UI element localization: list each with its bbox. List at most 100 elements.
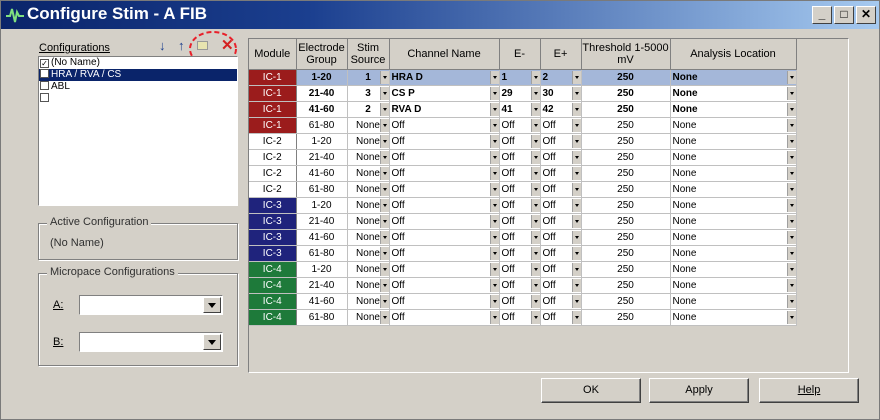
arrow-up-icon[interactable]: ↑ bbox=[178, 38, 185, 53]
stim-source-select[interactable]: 1 bbox=[347, 69, 390, 86]
e-minus-select[interactable]: Off bbox=[499, 293, 541, 310]
chevron-down-icon[interactable] bbox=[530, 118, 539, 132]
table-row[interactable]: IC-3 61-80 None Off Off Off 250 None bbox=[249, 245, 797, 262]
stim-source-select[interactable]: 2 bbox=[347, 101, 390, 118]
e-plus-select[interactable]: Off bbox=[540, 277, 582, 294]
table-row[interactable]: IC-1 1-20 1 HRA D 1 2 250 None bbox=[249, 69, 797, 86]
analysis-location-select[interactable]: None bbox=[670, 85, 797, 102]
chevron-down-icon[interactable] bbox=[489, 150, 498, 164]
threshold-cell[interactable]: 250 bbox=[581, 277, 671, 294]
e-minus-select[interactable]: 1 bbox=[499, 69, 541, 86]
threshold-cell[interactable]: 250 bbox=[581, 229, 671, 246]
chevron-down-icon[interactable] bbox=[786, 118, 795, 132]
analysis-location-select[interactable]: None bbox=[670, 165, 797, 182]
stim-source-select[interactable]: 3 bbox=[347, 85, 390, 102]
threshold-cell[interactable]: 250 bbox=[581, 181, 671, 198]
table-row[interactable]: IC-1 41-60 2 RVA D 41 42 250 None bbox=[249, 101, 797, 118]
table-row[interactable]: IC-3 41-60 None Off Off Off 250 None bbox=[249, 229, 797, 246]
analysis-location-select[interactable]: None bbox=[670, 309, 797, 326]
micropace-a-select[interactable] bbox=[79, 295, 223, 315]
channel-grid[interactable]: Module Electrode Group Stim Source Channel … bbox=[248, 38, 849, 373]
threshold-cell[interactable]: 250 bbox=[581, 85, 671, 102]
chevron-down-icon[interactable] bbox=[379, 262, 388, 276]
chevron-down-icon[interactable] bbox=[571, 310, 580, 324]
e-minus-select[interactable]: 29 bbox=[499, 85, 541, 102]
chevron-down-icon[interactable] bbox=[379, 294, 388, 308]
chevron-down-icon[interactable] bbox=[379, 70, 388, 84]
channel-name-select[interactable]: Off bbox=[389, 277, 500, 294]
stim-source-select[interactable]: None bbox=[347, 277, 390, 294]
table-row[interactable]: IC-1 21-40 3 CS P 29 30 250 None bbox=[249, 85, 797, 102]
threshold-cell[interactable]: 250 bbox=[581, 261, 671, 278]
threshold-cell[interactable]: 250 bbox=[581, 165, 671, 182]
analysis-location-select[interactable]: None bbox=[670, 261, 797, 278]
checkbox[interactable] bbox=[40, 93, 49, 102]
e-plus-select[interactable]: Off bbox=[540, 261, 582, 278]
stim-source-select[interactable]: None bbox=[347, 181, 390, 198]
analysis-location-select[interactable]: None bbox=[670, 213, 797, 230]
analysis-location-select[interactable]: None bbox=[670, 293, 797, 310]
channel-name-select[interactable]: Off bbox=[389, 165, 500, 182]
chevron-down-icon[interactable] bbox=[530, 230, 539, 244]
chevron-down-icon[interactable] bbox=[530, 150, 539, 164]
chevron-down-icon[interactable] bbox=[530, 182, 539, 196]
configurations-list[interactable]: ✓ (No Name) HRA / RVA / CS ABL bbox=[38, 56, 238, 206]
chevron-down-icon[interactable] bbox=[571, 230, 580, 244]
table-row[interactable]: IC-3 1-20 None Off Off Off 250 None bbox=[249, 197, 797, 214]
chevron-down-icon[interactable] bbox=[571, 182, 580, 196]
chevron-down-icon[interactable] bbox=[489, 166, 498, 180]
e-plus-select[interactable]: Off bbox=[540, 117, 582, 134]
threshold-cell[interactable]: 250 bbox=[581, 133, 671, 150]
chevron-down-icon[interactable] bbox=[786, 166, 795, 180]
e-minus-select[interactable]: Off bbox=[499, 165, 541, 182]
chevron-down-icon[interactable] bbox=[379, 182, 388, 196]
table-row[interactable]: IC-3 21-40 None Off Off Off 250 None bbox=[249, 213, 797, 230]
e-minus-select[interactable]: Off bbox=[499, 309, 541, 326]
e-plus-select[interactable]: Off bbox=[540, 133, 582, 150]
chevron-down-icon[interactable] bbox=[489, 214, 498, 228]
help-button[interactable]: Help bbox=[759, 378, 859, 403]
title-bar[interactable]: Configure Stim - A FIB _ □ ✕ bbox=[1, 1, 879, 29]
chevron-down-icon[interactable] bbox=[571, 278, 580, 292]
chevron-down-icon[interactable] bbox=[489, 278, 498, 292]
e-plus-select[interactable]: Off bbox=[540, 181, 582, 198]
table-row[interactable]: IC-2 21-40 None Off Off Off 250 None bbox=[249, 149, 797, 166]
table-row[interactable]: IC-2 61-80 None Off Off Off 250 None bbox=[249, 181, 797, 198]
e-minus-select[interactable]: Off bbox=[499, 133, 541, 150]
chevron-down-icon[interactable] bbox=[571, 102, 580, 116]
stim-source-select[interactable]: None bbox=[347, 197, 390, 214]
e-minus-select[interactable]: Off bbox=[499, 229, 541, 246]
chevron-down-icon[interactable] bbox=[530, 310, 539, 324]
chevron-down-icon[interactable] bbox=[489, 198, 498, 212]
chevron-down-icon[interactable] bbox=[786, 310, 795, 324]
analysis-location-select[interactable]: None bbox=[670, 117, 797, 134]
minimize-button[interactable]: _ bbox=[812, 6, 832, 24]
chevron-down-icon[interactable] bbox=[489, 182, 498, 196]
e-plus-select[interactable]: Off bbox=[540, 245, 582, 262]
chevron-down-icon[interactable] bbox=[379, 102, 388, 116]
chevron-down-icon[interactable] bbox=[530, 198, 539, 212]
chevron-down-icon[interactable] bbox=[786, 278, 795, 292]
stim-source-select[interactable]: None bbox=[347, 149, 390, 166]
e-plus-select[interactable]: Off bbox=[540, 149, 582, 166]
chevron-down-icon[interactable] bbox=[571, 262, 580, 276]
stim-source-select[interactable]: None bbox=[347, 117, 390, 134]
chevron-down-icon[interactable] bbox=[530, 134, 539, 148]
channel-name-select[interactable]: Off bbox=[389, 309, 500, 326]
channel-name-select[interactable]: Off bbox=[389, 117, 500, 134]
channel-name-select[interactable]: Off bbox=[389, 133, 500, 150]
chevron-down-icon[interactable] bbox=[571, 134, 580, 148]
threshold-cell[interactable]: 250 bbox=[581, 69, 671, 86]
threshold-cell[interactable]: 250 bbox=[581, 197, 671, 214]
channel-name-select[interactable]: Off bbox=[389, 181, 500, 198]
channel-name-select[interactable]: Off bbox=[389, 261, 500, 278]
chevron-down-icon[interactable] bbox=[379, 134, 388, 148]
channel-name-select[interactable]: Off bbox=[389, 229, 500, 246]
chevron-down-icon[interactable] bbox=[786, 134, 795, 148]
e-plus-select[interactable]: 2 bbox=[540, 69, 582, 86]
chevron-down-icon[interactable] bbox=[786, 262, 795, 276]
e-minus-select[interactable]: Off bbox=[499, 277, 541, 294]
stim-source-select[interactable]: None bbox=[347, 165, 390, 182]
chevron-down-icon[interactable] bbox=[489, 246, 498, 260]
close-button[interactable]: ✕ bbox=[856, 6, 876, 24]
